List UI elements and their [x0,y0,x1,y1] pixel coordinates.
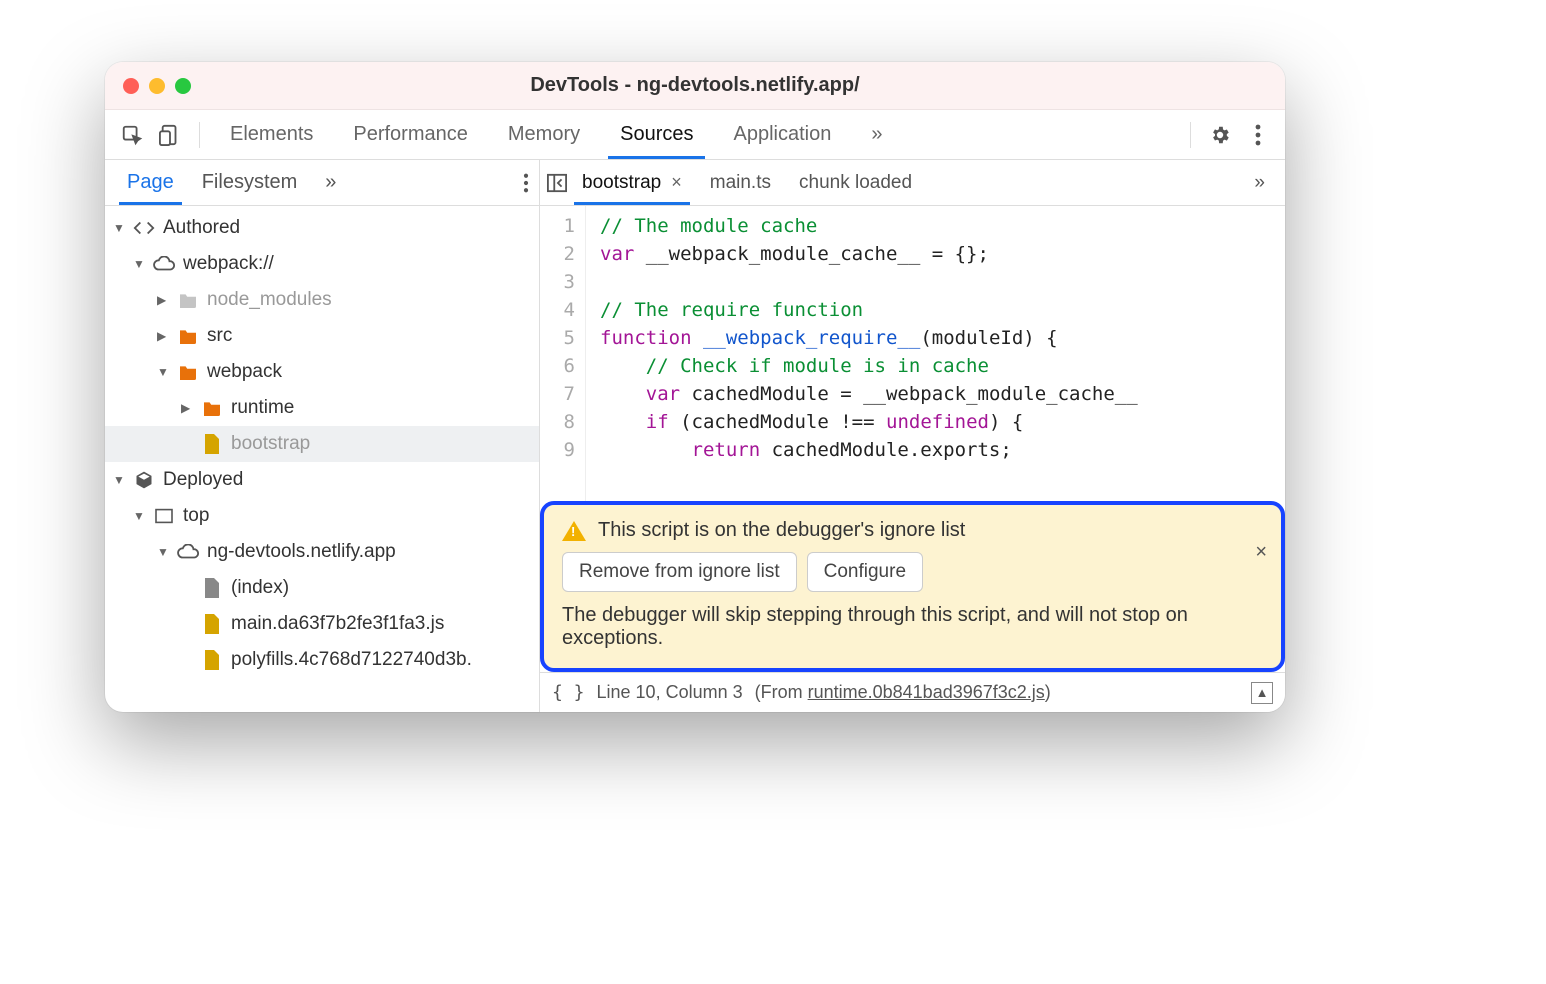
file-icon [201,613,223,635]
editor-tab-bootstrap[interactable]: bootstrap × [568,162,696,204]
collapse-bottom-icon[interactable]: ▲ [1251,682,1273,704]
editor-tab-overflow-icon[interactable]: » [1240,162,1279,204]
warning-icon [562,521,586,541]
inspect-element-icon[interactable] [115,118,149,152]
toggle-navigator-icon[interactable] [546,173,568,193]
editor-tab-main-ts[interactable]: main.ts [696,162,785,204]
tree-label: top [183,505,209,527]
ignore-list-banner: This script is on the debugger's ignore … [540,501,1285,672]
traffic-lights [123,78,191,94]
tree-item-mainjs[interactable]: main.da63f7b2fe3f1fa3.js [105,606,539,642]
editor-statusbar: { } Line 10, Column 3 (From runtime.0b84… [540,672,1285,712]
banner-heading: This script is on the debugger's ignore … [598,519,965,542]
folder-icon [201,397,223,419]
sidebar-tab-filesystem[interactable]: Filesystem [190,161,310,204]
tree-item-bootstrap[interactable]: bootstrap [105,426,539,462]
source-origin: (From runtime.0b841bad3967f3c2.js) [755,682,1051,703]
editor-tab-chunk-loaded[interactable]: chunk loaded [785,162,926,204]
tab-overflow-icon[interactable]: » [853,111,900,158]
pretty-print-icon[interactable]: { } [552,682,585,703]
divider [199,122,200,148]
titlebar: DevTools - ng-devtools.netlify.app/ [105,62,1285,110]
tree-item-webpack-scheme[interactable]: ▼ webpack:// [105,246,539,282]
tree-label: Authored [163,217,240,239]
tree-label: main.da63f7b2fe3f1fa3.js [231,613,444,635]
sources-sidebar: Page Filesystem » ▼ Authored ▼ webpack:/… [105,160,540,712]
tree-label: runtime [231,397,294,419]
close-tab-icon[interactable]: × [671,172,682,193]
file-tree: ▼ Authored ▼ webpack:// ▶ node_modules ▶ [105,206,539,712]
folder-icon [177,361,199,383]
file-icon [201,577,223,599]
frame-icon [153,505,175,527]
tree-label: polyfills.4c768d7122740d3b. [231,649,472,671]
tree-label: bootstrap [231,433,310,455]
tree-item-domain[interactable]: ▼ ng-devtools.netlify.app [105,534,539,570]
tree-item-top[interactable]: ▼ top [105,498,539,534]
tree-item-src[interactable]: ▶ src [105,318,539,354]
tab-performance[interactable]: Performance [335,111,486,158]
folder-icon [177,289,199,311]
main-area: Page Filesystem » ▼ Authored ▼ webpack:/… [105,160,1285,712]
editor-tabs: bootstrap × main.ts chunk loaded » [540,160,1285,206]
package-icon [133,469,155,491]
devtools-window: DevTools - ng-devtools.netlify.app/ Elem… [105,62,1285,712]
device-toolbar-icon[interactable] [153,118,187,152]
file-icon [201,433,223,455]
tree-label: webpack [207,361,282,383]
settings-gear-icon[interactable] [1203,118,1237,152]
tab-sources[interactable]: Sources [602,111,711,158]
cursor-position: Line 10, Column 3 [597,682,743,703]
banner-body: The debugger will skip stepping through … [562,604,1241,650]
minimize-window-button[interactable] [149,78,165,94]
kebab-menu-icon[interactable] [1241,118,1275,152]
folder-icon [177,325,199,347]
sidebar-tab-overflow-icon[interactable]: » [313,161,348,204]
tree-label: src [207,325,232,347]
tree-item-index[interactable]: (index) [105,570,539,606]
tree-item-webpack-folder[interactable]: ▼ webpack [105,354,539,390]
tree-label: ng-devtools.netlify.app [207,541,396,563]
tab-application[interactable]: Application [715,111,849,158]
tree-group-authored[interactable]: ▼ Authored [105,210,539,246]
source-origin-link[interactable]: runtime.0b841bad3967f3c2.js [808,682,1045,702]
tree-label: (index) [231,577,289,599]
tree-label: node_modules [207,289,332,311]
editor-tab-label: chunk loaded [799,172,912,194]
cloud-icon [177,541,199,563]
tree-label: Deployed [163,469,243,491]
editor-tab-label: main.ts [710,172,771,194]
configure-button[interactable]: Configure [807,552,923,592]
tree-group-deployed[interactable]: ▼ Deployed [105,462,539,498]
editor-tab-label: bootstrap [582,172,661,194]
code-icon [133,217,155,239]
tree-item-polyfills[interactable]: polyfills.4c768d7122740d3b. [105,642,539,678]
sidebar-tab-page[interactable]: Page [115,161,186,204]
editor-pane: bootstrap × main.ts chunk loaded » 12345… [540,160,1285,712]
cloud-icon [153,253,175,275]
maximize-window-button[interactable] [175,78,191,94]
window-title: DevTools - ng-devtools.netlify.app/ [105,74,1285,97]
tab-elements[interactable]: Elements [212,111,331,158]
file-icon [201,649,223,671]
main-toolbar: Elements Performance Memory Sources Appl… [105,110,1285,160]
tree-item-node-modules[interactable]: ▶ node_modules [105,282,539,318]
close-window-button[interactable] [123,78,139,94]
remove-from-ignore-list-button[interactable]: Remove from ignore list [562,552,797,592]
tab-memory[interactable]: Memory [490,111,598,158]
tree-item-runtime[interactable]: ▶ runtime [105,390,539,426]
sidebar-tabs: Page Filesystem » [105,160,539,206]
banner-close-icon[interactable]: × [1255,541,1267,564]
tree-label: webpack:// [183,253,274,275]
divider [1190,122,1191,148]
sidebar-kebab-icon[interactable] [523,173,529,193]
